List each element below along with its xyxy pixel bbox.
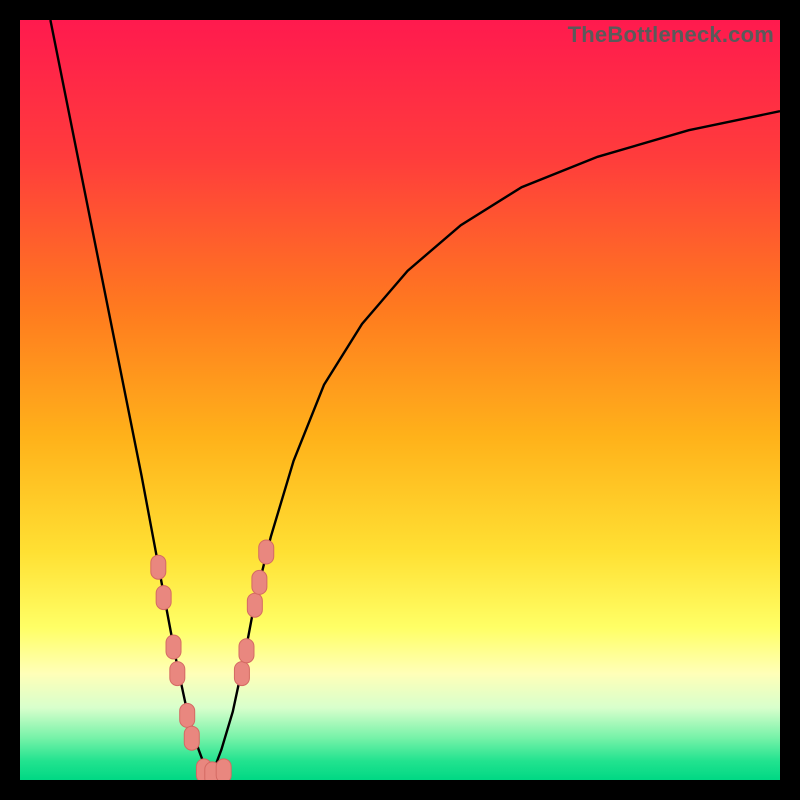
curve-marker [216,759,231,780]
curve-marker [170,662,185,686]
curve-marker [156,586,171,610]
curve-marker [151,555,166,579]
curve-marker [234,662,249,686]
chart-frame: TheBottleneck.com [20,20,780,780]
curve-marker [180,703,195,727]
curve-marker [252,570,267,594]
curve-marker [247,593,262,617]
gradient-background [20,20,780,780]
curve-marker [259,540,274,564]
curve-marker [166,635,181,659]
watermark-text: TheBottleneck.com [568,22,774,48]
curve-marker [239,639,254,663]
curve-marker [184,726,199,750]
bottleneck-chart [20,20,780,780]
